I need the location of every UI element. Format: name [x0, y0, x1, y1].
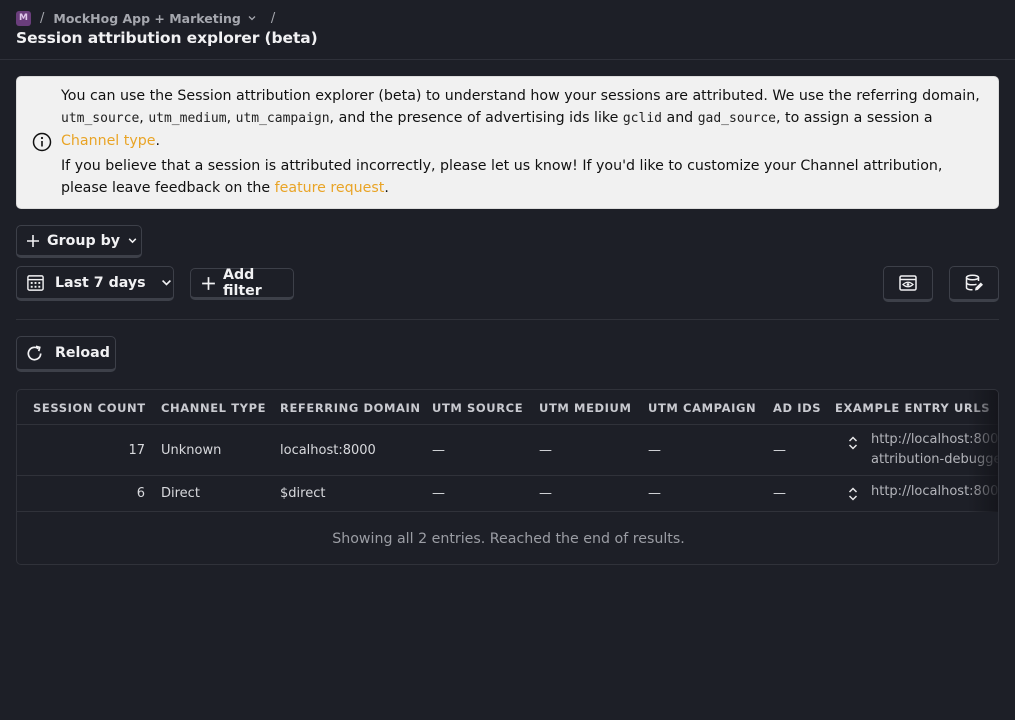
column-header-referring-domain[interactable]: REFERRING DOMAIN — [280, 390, 421, 425]
breadcrumb-separator: / — [270, 10, 276, 26]
chevron-down-icon — [128, 238, 137, 244]
channel-type-link[interactable]: Channel type — [61, 133, 155, 149]
expand-collapse-icon[interactable] — [847, 435, 859, 451]
example-url[interactable]: http://localhost:8000 — [871, 430, 998, 450]
text: If you believe that a session is attribu… — [61, 158, 943, 196]
breadcrumb: M / MockHog App + Marketing / — [16, 10, 284, 26]
plus-icon — [27, 234, 39, 247]
session-count-cell: 17 — [128, 442, 145, 458]
plus-icon — [202, 276, 215, 290]
info-paragraph-2: If you believe that a session is attribu… — [61, 155, 991, 199]
column-header-ad-ids[interactable]: AD IDS — [773, 390, 821, 425]
ad-ids-cell: — — [773, 442, 786, 458]
table-footer: Showing all 2 entries. Reached the end o… — [332, 530, 685, 547]
table-row: 17 Unknown localhost:8000 — — — — http:/… — [17, 425, 998, 476]
channel-type-cell: Direct — [161, 486, 200, 501]
group-by-button[interactable]: Group by — [16, 225, 142, 258]
date-range-button[interactable]: Last 7 days — [16, 266, 174, 301]
example-urls-cell: http://localhost:8000 — [871, 482, 998, 502]
add-filter-label: Add filter — [223, 267, 262, 299]
utm-campaign-cell: — — [648, 442, 661, 458]
column-header-example-entry-urls[interactable]: EXAMPLE ENTRY URLS — [835, 390, 990, 425]
info-icon — [32, 132, 52, 152]
code-utm-source: utm_source — [61, 111, 140, 126]
project-avatar[interactable]: M — [16, 10, 31, 26]
utm-source-cell: — — [432, 442, 445, 458]
ad-ids-cell: — — [773, 486, 786, 501]
utm-source-cell: — — [432, 486, 445, 501]
info-banner: You can use the Session attribution expl… — [16, 76, 999, 209]
add-filter-button[interactable]: Add filter — [190, 267, 294, 300]
calendar-icon — [27, 275, 44, 291]
code-utm-campaign: utm_campaign — [235, 111, 330, 126]
text: , — [226, 110, 236, 126]
text: . — [155, 133, 160, 149]
chevron-down-icon — [161, 279, 171, 286]
breadcrumb-separator: / — [40, 10, 45, 26]
reload-button[interactable]: Reload — [16, 336, 116, 372]
session-count-cell: 6 — [136, 486, 145, 501]
column-header-utm-medium[interactable]: UTM MEDIUM — [539, 390, 632, 425]
results-table: SESSION COUNT CHANNEL TYPE REFERRING DOM… — [16, 389, 999, 565]
refresh-icon — [27, 345, 42, 361]
example-urls-cell: http://localhost:8000 attribution-debugg… — [871, 430, 998, 470]
top-bar: M / MockHog App + Marketing / Session at… — [0, 0, 1015, 60]
text: , — [139, 110, 149, 126]
code-gad-source: gad_source — [697, 111, 776, 126]
referring-domain-cell: $direct — [280, 486, 326, 501]
text: . — [384, 180, 389, 196]
database-edit-icon — [965, 274, 983, 291]
example-url[interactable]: attribution-debugger — [871, 450, 998, 470]
eye-preview-icon — [899, 275, 917, 291]
column-header-utm-source[interactable]: UTM SOURCE — [432, 390, 523, 425]
text: You can use the Session attribution expl… — [61, 88, 980, 104]
channel-type-cell: Unknown — [161, 442, 222, 458]
example-url[interactable]: http://localhost:8000 — [871, 482, 998, 502]
date-range-label: Last 7 days — [55, 274, 146, 291]
utm-medium-cell: — — [539, 442, 552, 458]
code-utm-medium: utm_medium — [148, 111, 227, 126]
text: , and the presence of advertising ids li… — [329, 110, 623, 126]
referring-domain-cell: localhost:8000 — [280, 442, 376, 458]
column-header-channel-type[interactable]: CHANNEL TYPE — [161, 390, 266, 425]
utm-medium-cell: — — [539, 486, 552, 501]
page-title: Session attribution explorer (beta) — [16, 29, 318, 47]
utm-campaign-cell: — — [648, 486, 661, 501]
expand-collapse-icon[interactable] — [847, 486, 859, 502]
table-row: 6 Direct $direct — — — — http://localhos… — [17, 476, 998, 512]
column-header-utm-campaign[interactable]: UTM CAMPAIGN — [648, 390, 756, 425]
feature-request-link[interactable]: feature request — [275, 180, 385, 196]
table-header: SESSION COUNT CHANNEL TYPE REFERRING DOM… — [17, 390, 998, 425]
info-banner-text: You can use the Session attribution expl… — [61, 85, 991, 199]
text: , to assign a session a — [775, 110, 933, 126]
reload-label: Reload — [55, 345, 110, 361]
project-switcher[interactable]: MockHog App + Marketing — [53, 11, 240, 26]
chevron-down-icon[interactable] — [247, 13, 257, 23]
edit-sql-button[interactable] — [949, 266, 999, 302]
group-by-label: Group by — [47, 232, 120, 249]
view-query-button[interactable] — [883, 266, 933, 302]
info-paragraph-1: You can use the Session attribution expl… — [61, 85, 991, 152]
text: and — [661, 110, 698, 126]
column-header-session-count[interactable]: SESSION COUNT — [33, 390, 146, 425]
divider — [16, 319, 999, 320]
code-gclid: gclid — [622, 111, 662, 126]
